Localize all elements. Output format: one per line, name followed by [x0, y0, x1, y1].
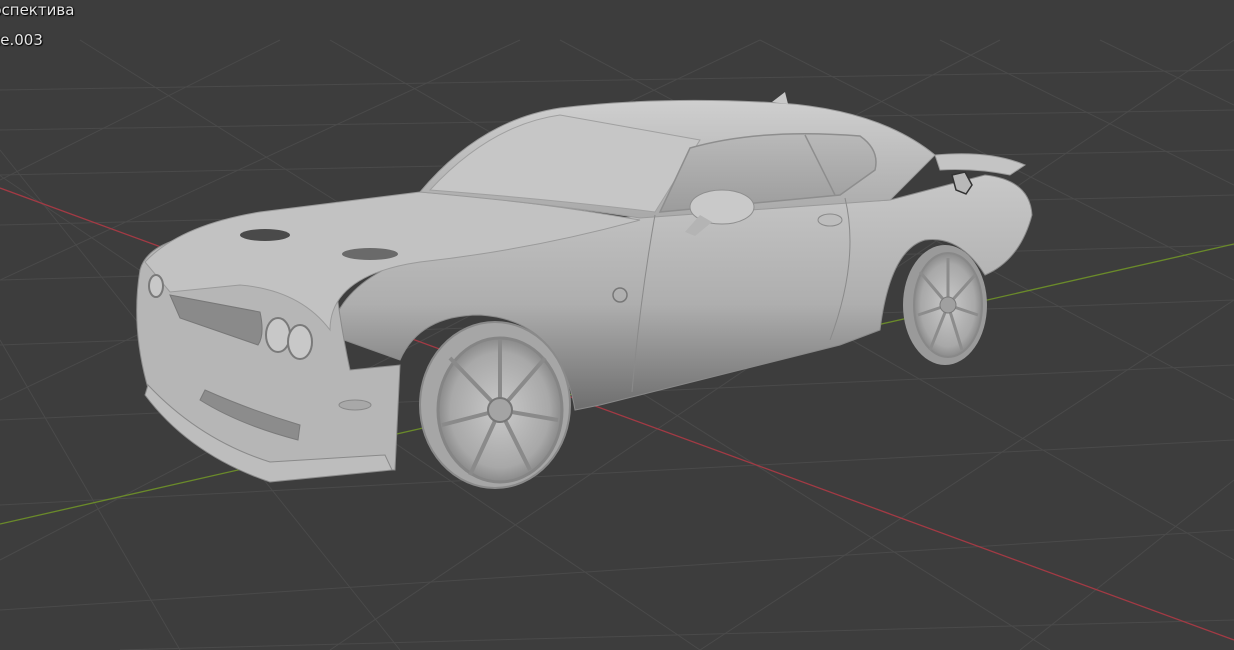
- headlight-left: [148, 274, 164, 298]
- headlight-right-outer: [265, 317, 291, 353]
- rear-wheel-hub: [939, 296, 957, 314]
- 3d-viewport[interactable]: рспектива ce.003: [0, 0, 1234, 650]
- headlight-right-inner: [287, 324, 313, 360]
- roof-antenna: [772, 92, 788, 104]
- side-marker-light: [338, 399, 372, 411]
- front-wheel-hub: [487, 397, 513, 423]
- door-handle: [817, 213, 843, 227]
- car-rear-spoiler: [934, 153, 1027, 176]
- viewport-scene[interactable]: [0, 0, 1234, 650]
- active-object-label: ce.003: [0, 31, 43, 49]
- car-model[interactable]: [136, 92, 1033, 489]
- hood-scoop-right: [342, 248, 398, 260]
- viewport-view-label: рспектива: [0, 1, 75, 19]
- hood-scoop-left: [240, 229, 290, 241]
